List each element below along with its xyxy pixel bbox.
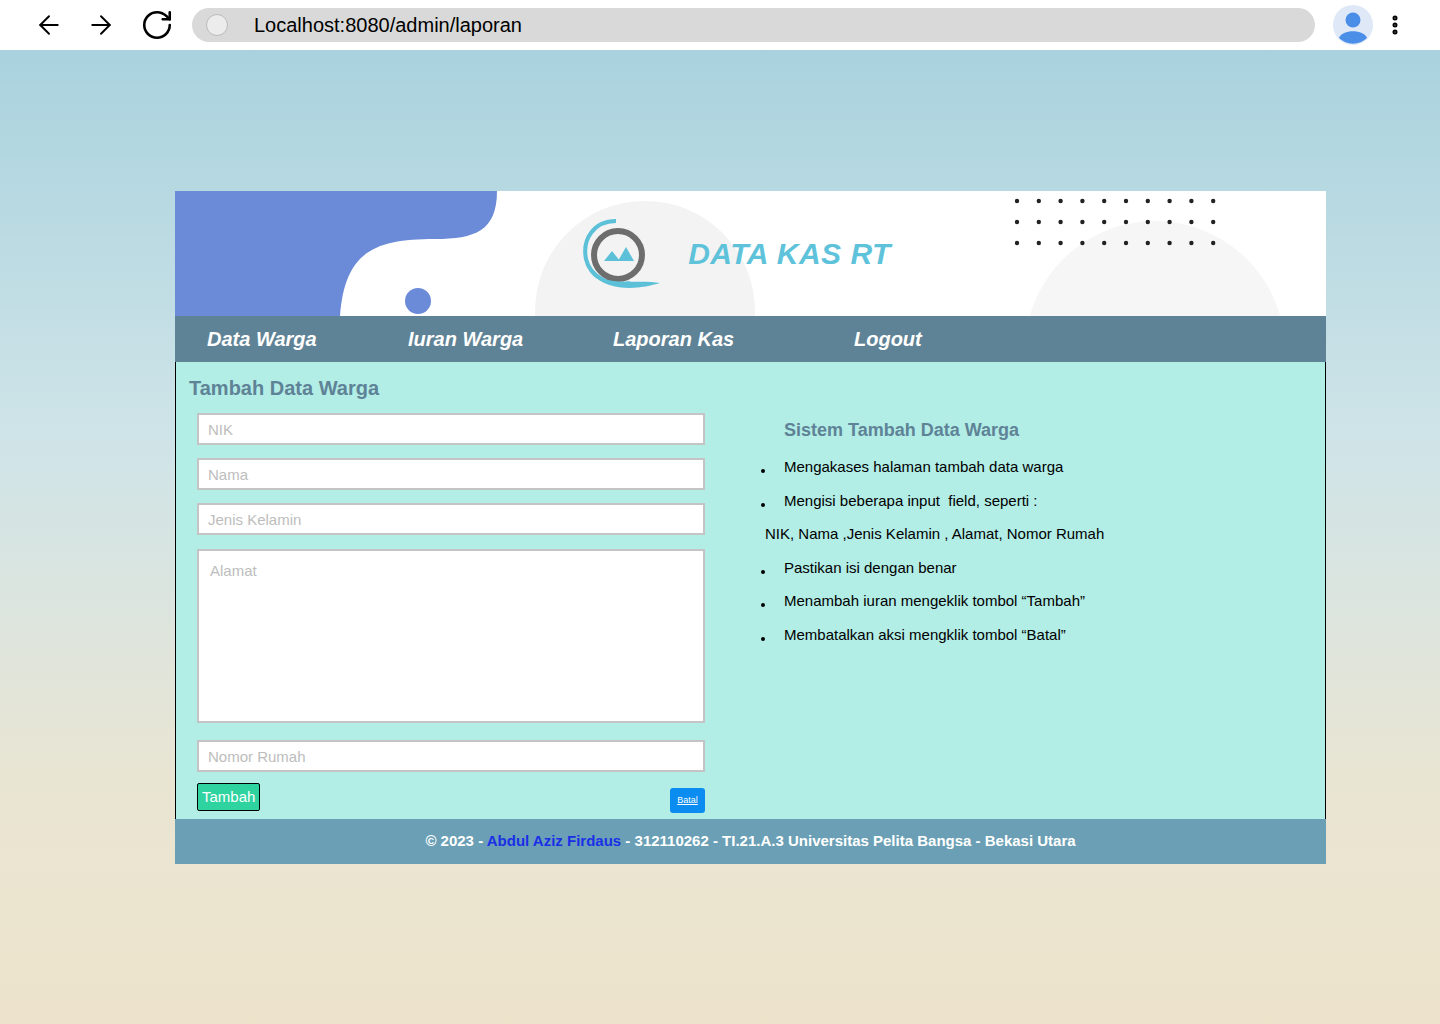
- logo-icon: [580, 217, 662, 291]
- form-title: Tambah Data Warga: [189, 373, 756, 403]
- dots-pattern: [1013, 197, 1223, 249]
- bullet-dot: [761, 570, 765, 574]
- input-field[interactable]: [197, 503, 705, 535]
- menu-icon[interactable]: [1383, 10, 1407, 40]
- browser-window: Localhost:8080/admin/laporanDATA KAS RTD…: [0, 0, 1440, 1024]
- forward-icon[interactable]: [82, 10, 120, 40]
- author-name: Abdul Aziz Firdaus: [487, 832, 621, 849]
- footer-text: - 312110262 - TI.21.A.3 Universitas Peli…: [621, 832, 1075, 849]
- info-item: NIK, Nama ,Jenis Kelamin , Alamat, Nomor…: [761, 523, 1104, 546]
- nav-bar: Data WargaIuran WargaLaporan KasLogout: [175, 316, 1326, 362]
- input-field[interactable]: [197, 458, 705, 490]
- page-background: DATA KAS RT Data WargaIuran WargaLaporan …: [0, 50, 1440, 1024]
- nav-item[interactable]: Laporan Kas: [613, 324, 854, 354]
- form-panel: Tambah Data Warga Tambah Batal: [176, 362, 756, 819]
- info-item: Mengisi beberapa input field, seperti :: [761, 490, 1104, 513]
- bullet-dot: [761, 503, 765, 507]
- info-item: Pastikan isi dengan benar: [761, 557, 1104, 580]
- bullet-dot: [761, 637, 765, 641]
- url-text: Localhost:8080/admin/laporan: [254, 10, 522, 40]
- address-bar[interactable]: Localhost:8080/admin/laporan: [192, 8, 1315, 42]
- footer: © 2023 - Abdul Aziz Firdaus - 312110262 …: [175, 819, 1326, 864]
- info-item: Mengakases halaman tambah data warga: [761, 456, 1104, 479]
- info-panel: Sistem Tambah Data Warga Mengakases halam…: [756, 362, 1104, 819]
- bullet-dot: [761, 469, 765, 473]
- footer-text: © 2023 -: [425, 832, 486, 849]
- header-title: DATA KAS RT: [688, 231, 891, 276]
- back-icon[interactable]: [30, 10, 68, 40]
- bullet-dot: [761, 603, 765, 607]
- cancel-button[interactable]: Batal: [670, 788, 705, 813]
- textarea-field[interactable]: [197, 549, 705, 723]
- reload-icon[interactable]: [140, 8, 174, 42]
- nav-item[interactable]: Logout: [854, 324, 1014, 354]
- info-item: Membatalkan aksi mengklik tombol “Batal”: [761, 624, 1104, 647]
- header: DATA KAS RT: [175, 191, 1326, 316]
- input-field[interactable]: [197, 413, 705, 445]
- profile-icon[interactable]: [1333, 5, 1373, 45]
- browser-toolbar: Localhost:8080/admin/laporan: [0, 0, 1440, 50]
- loading-icon: [206, 14, 228, 36]
- info-item: Menambah iuran mengeklik tombol “Tambah”: [761, 590, 1104, 613]
- info-title: Sistem Tambah Data Warga: [784, 417, 1104, 444]
- nav-item[interactable]: Data Warga: [207, 324, 408, 354]
- input-field[interactable]: [197, 740, 705, 772]
- content-panel: Tambah Data Warga Tambah Batal Sistem Tamba…: [175, 362, 1326, 819]
- nav-item[interactable]: Iuran Warga: [408, 324, 613, 354]
- submit-button[interactable]: Tambah: [197, 783, 260, 811]
- app-card: DATA KAS RT Data WargaIuran WargaLaporan …: [175, 191, 1326, 864]
